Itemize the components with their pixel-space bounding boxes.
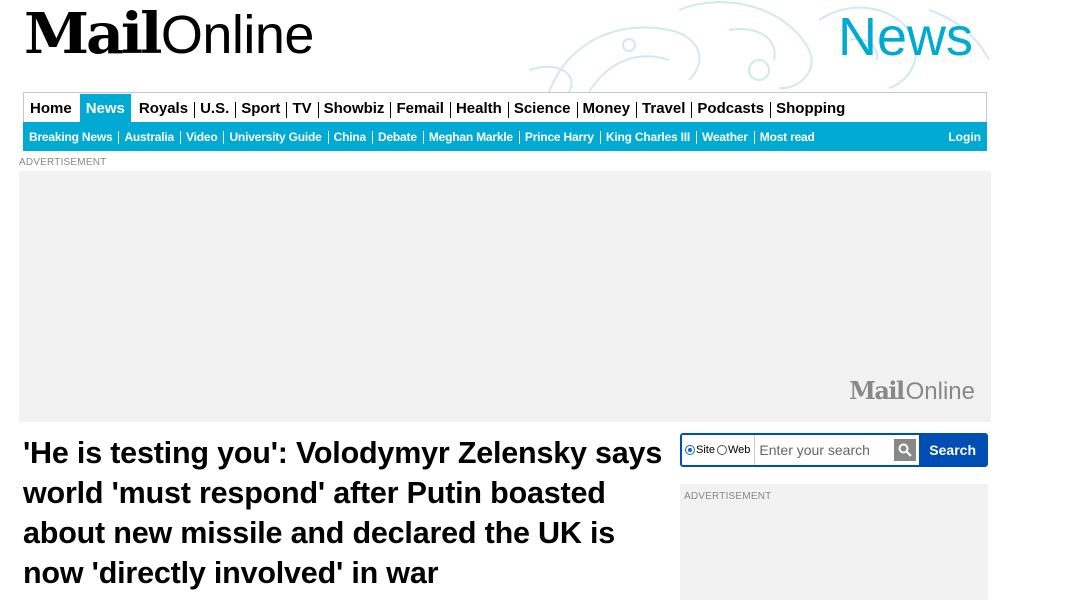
nav-item-science[interactable]: Science — [507, 94, 577, 122]
nav-item-news[interactable]: News — [79, 94, 131, 122]
subnav-australia[interactable]: Australia — [118, 130, 180, 144]
search-scope-options: Site Web — [682, 435, 750, 465]
ad-logo-online-text: Online — [905, 378, 975, 405]
nav-item-showbiz[interactable]: Showbiz — [317, 94, 391, 122]
nav-item-royals[interactable]: Royals — [133, 94, 194, 122]
nav-item-money[interactable]: Money — [576, 94, 637, 122]
subnav-king-charles-iii[interactable]: King Charles III — [599, 130, 696, 144]
subnav-prince-harry[interactable]: Prince Harry — [518, 130, 600, 144]
radio-web-icon[interactable] — [716, 445, 727, 455]
secondary-nav: Breaking News Australia Video University… — [23, 122, 987, 151]
search-widget: Site Web Search — [680, 433, 988, 467]
masthead: Mail Online News — [19, 0, 991, 92]
nav-item-travel[interactable]: Travel — [636, 94, 691, 122]
nav-item-femail[interactable]: Femail — [390, 94, 450, 122]
radio-site-icon[interactable] — [685, 445, 695, 455]
site-logo[interactable]: Mail Online — [24, 6, 314, 62]
advertisement-banner[interactable]: Mail Online — [19, 171, 991, 422]
subnav-video[interactable]: Video — [180, 130, 223, 144]
subnav-university-guide[interactable]: University Guide — [223, 130, 327, 144]
section-title[interactable]: News — [838, 10, 973, 64]
logo-online-text: Online — [160, 5, 315, 65]
subnav-breaking-news[interactable]: Breaking News — [23, 130, 118, 144]
article-headline: 'He is testing you': Volodymyr Zelensky … — [23, 436, 663, 590]
nav-item-podcasts[interactable]: Podcasts — [691, 94, 770, 122]
logo-mail-text: Mail — [24, 1, 162, 67]
nav-item-sport[interactable]: Sport — [235, 94, 286, 122]
nav-item-shopping[interactable]: Shopping — [770, 94, 851, 122]
subnav-china[interactable]: China — [327, 130, 372, 144]
nav-item-home[interactable]: Home — [24, 94, 78, 122]
ad-mailonline-logo: Mail Online — [849, 376, 975, 406]
primary-nav: Home News Royals U.S. Sport TV Showbiz F… — [23, 92, 987, 122]
subnav-most-read[interactable]: Most read — [753, 130, 821, 144]
login-link[interactable]: Login — [948, 130, 987, 144]
page: Mail Online News Home News Royals U.S. S… — [19, 0, 991, 600]
advertisement-label-side: ADVERTISEMENT — [684, 491, 772, 502]
nav-item-health[interactable]: Health — [449, 94, 508, 122]
ad-logo-mail-text: Mail — [849, 376, 905, 405]
nav-item-tv[interactable]: TV — [286, 94, 317, 122]
radio-site-label: Site — [696, 444, 715, 456]
nav-item-us[interactable]: U.S. — [194, 94, 235, 122]
search-scope-site[interactable]: Site — [685, 444, 715, 456]
subnav-weather[interactable]: Weather — [696, 130, 754, 144]
radio-web-label: Web — [727, 444, 751, 456]
search-button[interactable]: Search — [919, 435, 986, 465]
advertisement-label-top: ADVERTISEMENT — [19, 157, 107, 168]
search-icon[interactable] — [894, 439, 917, 461]
search-input[interactable] — [754, 435, 895, 465]
search-scope-web[interactable]: Web — [716, 444, 751, 456]
subnav-debate[interactable]: Debate — [371, 130, 423, 144]
subnav-meghan-markle[interactable]: Meghan Markle — [422, 130, 519, 144]
